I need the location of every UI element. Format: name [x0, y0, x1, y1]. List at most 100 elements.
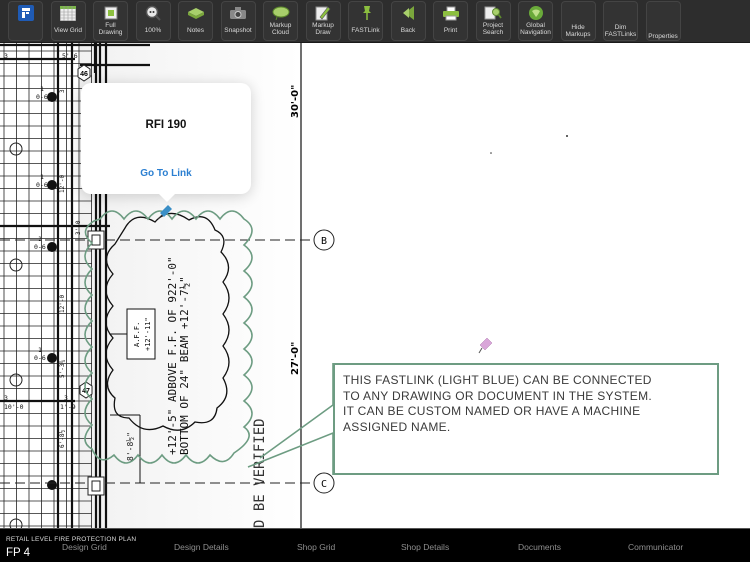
hide-markups-icon [569, 5, 587, 21]
svg-text:3: 3 [59, 89, 66, 93]
aff-value: +12'-11" [144, 317, 152, 351]
camera-icon [229, 5, 247, 21]
fixture-upper [87, 230, 105, 250]
go-to-link-button[interactable]: Go To Link [81, 168, 251, 179]
pushpin-icon [357, 5, 375, 21]
dimension-small: 8'-8½" [125, 432, 135, 461]
fastlink-button[interactable]: FASTLink [348, 1, 383, 41]
hide-markups-label: Hide Markups [565, 24, 591, 38]
view-grid-button[interactable]: View Grid [50, 1, 86, 41]
svg-text:0-6: 0-6 [36, 181, 48, 189]
magnifier-icon [144, 5, 162, 21]
pencil-icon [314, 5, 332, 21]
ceiling-grid [0, 43, 92, 528]
globe-icon [527, 5, 545, 21]
search-document-icon [484, 5, 502, 21]
svg-text:0-6: 0-6 [36, 93, 48, 101]
svg-text:1: 1 [38, 346, 42, 354]
tab-shop-details[interactable]: Shop Details [401, 542, 449, 552]
printer-icon [442, 5, 460, 21]
dimension-upper: 30'-0" [290, 85, 301, 118]
svg-text:0-6: 0-6 [34, 354, 46, 362]
fastlink-label: FASTLink [351, 27, 380, 34]
svg-text:1: 1 [40, 85, 44, 93]
project-search-button[interactable]: Project Search [475, 1, 511, 41]
full-drawing-icon [102, 5, 120, 21]
callout-box[interactable]: THIS FASTLINK (LIGHT BLUE) CAN BE CONNEC… [333, 363, 719, 475]
snapshot-label: Snapshot [224, 27, 252, 34]
aff-label: A.F.F. [133, 322, 141, 347]
properties-icon [654, 5, 672, 19]
speck [490, 152, 492, 154]
tab-communicator[interactable]: Communicator [628, 542, 683, 552]
zoom-100-label: 100% [144, 27, 162, 34]
grid-bubble-c-label: C [321, 479, 327, 490]
tab-shop-grid[interactable]: Shop Grid [297, 542, 335, 552]
bottom-bar: RETAIL LEVEL FIRE PROTECTION PLAN FP 4 D… [0, 528, 750, 562]
dim-fastlinks-icon [612, 5, 630, 21]
svg-text:1'-9: 1'-9 [60, 403, 76, 411]
project-search-label: Project Search [482, 22, 504, 36]
zoom-100-button[interactable]: 100% [135, 1, 171, 41]
notes-icon [187, 5, 205, 21]
notes-button[interactable]: Notes [178, 1, 213, 41]
global-navigation-button[interactable]: Global Navigation [518, 1, 553, 41]
hide-markups-button[interactable]: Hide Markups [560, 1, 596, 41]
markup-cloud-label: Markup Cloud [269, 22, 292, 36]
properties-label: Properties [648, 33, 678, 40]
dimension-lower: 27'-0" [290, 342, 301, 375]
tag-46-label: 46 [80, 71, 88, 78]
speck [566, 135, 568, 137]
properties-button[interactable]: Properties [645, 1, 681, 41]
tab-design-grid[interactable]: Design Grid [62, 542, 107, 552]
svg-text:12'-0: 12'-0 [59, 175, 66, 193]
markup-cloud-button[interactable]: Markup Cloud [263, 1, 298, 41]
fastlink-pin-pink[interactable] [478, 337, 493, 354]
callout-line: ASSIGNED NAME. [343, 419, 451, 434]
svg-text:3: 3 [4, 394, 8, 402]
grid-bubble-b-label: B [321, 236, 327, 247]
callout-line: IT CAN BE CUSTOM NAMED OR HAVE A MACHINE [343, 404, 641, 418]
fastlink-popover: RFI 190 Go To Link [81, 83, 251, 202]
popover-title: RFI 190 [145, 119, 187, 131]
pipe-size-labels: 3 12'-0 12'-0 5'-3¾ 6'-8½ 3'-0 [59, 89, 82, 448]
print-label: Print [443, 27, 458, 34]
back-button[interactable]: Back [390, 1, 426, 41]
svg-text:6'-8½: 6'-8½ [59, 430, 66, 448]
back-label: Back [400, 27, 416, 34]
full-drawing-label: Full Drawing [98, 22, 123, 36]
toolbar: View Grid Full Drawing 100% Notes Snapshot Mar… [0, 0, 750, 43]
note-line-2: BOTTOM OF 24" BEAM +12'-7½" [178, 276, 191, 455]
svg-text:10'-0: 10'-0 [4, 403, 24, 411]
svg-text:12'-0: 12'-0 [59, 295, 66, 313]
svg-text:3: 3 [64, 394, 68, 402]
svg-text:5'-6: 5'-6 [62, 52, 78, 60]
fixture-lower [87, 476, 105, 496]
markup-draw-button[interactable]: Markup Draw [305, 1, 341, 41]
back-arrow-icon [399, 5, 417, 21]
print-button[interactable]: Print [433, 1, 468, 41]
tab-design-details[interactable]: Design Details [174, 542, 229, 552]
sheet-number: FP 4 [6, 547, 31, 559]
sprinkler-heads [47, 92, 57, 490]
grid-icon [59, 5, 77, 21]
svg-text:3'-0: 3'-0 [75, 220, 82, 235]
cloud-icon [272, 5, 290, 21]
callout-text: THIS FASTLINK (LIGHT BLUE) CAN BE CONNEC… [343, 373, 652, 435]
svg-text:3: 3 [4, 52, 8, 60]
global-navigation-label: Global Navigation [520, 22, 551, 36]
callout-line: THIS FASTLINK (LIGHT BLUE) CAN BE CONNEC… [343, 373, 652, 387]
snapshot-button[interactable]: Snapshot [220, 1, 256, 41]
full-drawing-button[interactable]: Full Drawing [93, 1, 128, 41]
callout-line: TO ANY DRAWING OR DOCUMENT IN THE SYSTEM… [343, 388, 653, 403]
view-grid-label: View Grid [53, 27, 83, 34]
dim-fastlinks-button[interactable]: Dim FASTLinks [603, 1, 638, 41]
tab-documents[interactable]: Documents [518, 542, 561, 552]
svg-text:1: 1 [40, 173, 44, 181]
svg-text:1: 1 [38, 235, 42, 243]
app-logo-icon [17, 5, 35, 21]
svg-text:5'-3¾: 5'-3¾ [59, 360, 66, 378]
app-button[interactable] [8, 1, 43, 41]
markup-draw-label: Markup Draw [312, 22, 334, 36]
verified-note: D BE VERIFIED [252, 418, 268, 528]
